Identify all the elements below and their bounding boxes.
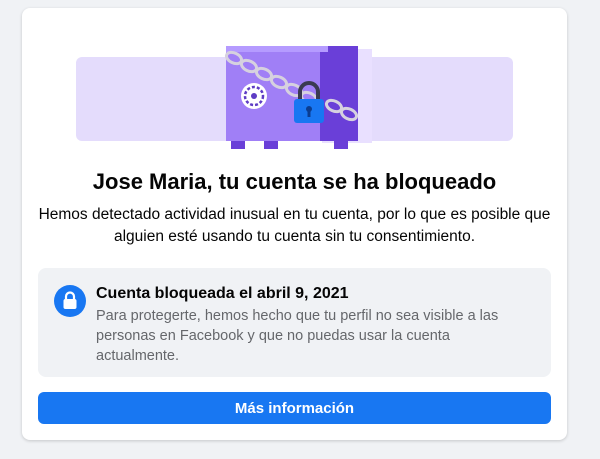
locked-safe-illustration (76, 36, 513, 151)
more-info-button[interactable]: Más información (38, 392, 551, 424)
page-title: Jose Maria, tu cuenta se ha bloqueado (92, 169, 497, 194)
lock-info-text: Para protegerte, hemos hecho que tu perf… (96, 308, 499, 364)
lock-date-title: Cuenta bloqueada el abril 9, 2021 (96, 285, 349, 302)
locked-account-card: Jose Maria, tu cuenta se ha bloqueado He… (22, 8, 567, 440)
lock-icon (54, 285, 86, 317)
lock-info-box: Cuenta bloqueada el abril 9, 2021 Para p… (38, 268, 551, 377)
description-text: Hemos detectado actividad inusual en tu … (38, 206, 551, 245)
